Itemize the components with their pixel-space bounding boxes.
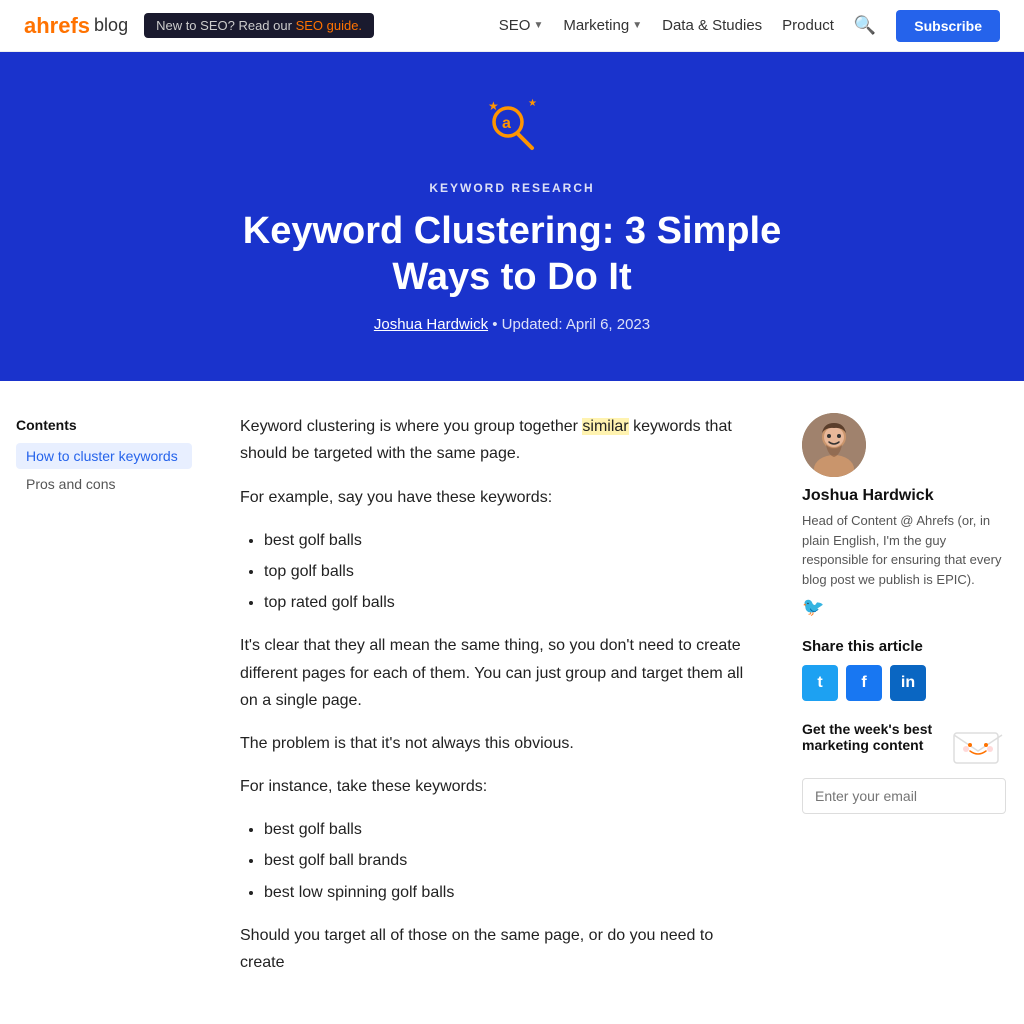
page-body: Contents How to cluster keywords Pros an…	[0, 381, 1024, 1024]
share-facebook-button[interactable]: f	[846, 665, 882, 701]
list-item: top rated golf balls	[264, 589, 762, 616]
article-intro: Keyword clustering is where you group to…	[240, 413, 762, 467]
nav-marketing[interactable]: Marketing ▼	[563, 17, 642, 34]
logo-blog: blog	[94, 15, 128, 36]
seo-guide-link[interactable]: SEO guide.	[296, 18, 363, 33]
nav-seo[interactable]: SEO ▼	[499, 17, 544, 34]
article-example-intro: For example, say you have these keywords…	[240, 484, 762, 511]
article-example-intro2: For instance, take these keywords:	[240, 773, 762, 800]
logo-text: ahrefs	[24, 13, 90, 39]
author-card: Joshua Hardwick Head of Content @ Ahrefs…	[802, 413, 1006, 618]
keywords-list-2: best golf balls best golf ball brands be…	[264, 816, 762, 906]
updated-date: Updated: April 6, 2023	[502, 316, 650, 333]
author-name: Joshua Hardwick	[802, 487, 1006, 505]
author-link[interactable]: Joshua Hardwick	[374, 316, 488, 333]
marketing-dropdown-arrow: ▼	[632, 20, 642, 31]
linkedin-icon: in	[901, 674, 915, 692]
nav-banner: New to SEO? Read our SEO guide.	[144, 13, 374, 38]
svg-text:★: ★	[488, 99, 499, 113]
article-para2: It's clear that they all mean the same t…	[240, 632, 762, 714]
newsletter-email-input[interactable]	[802, 778, 1006, 814]
article-para3: The problem is that it's not always this…	[240, 730, 762, 757]
list-item: best low spinning golf balls	[264, 879, 762, 906]
navbar: ahrefs blog New to SEO? Read our SEO gui…	[0, 0, 1024, 52]
newsletter-title: Get the week's best marketing content	[802, 721, 942, 753]
facebook-icon: f	[861, 674, 866, 692]
author-avatar	[802, 413, 866, 477]
nav-left: ahrefs blog New to SEO? Read our SEO gui…	[24, 13, 374, 39]
sidebar-title: Contents	[16, 417, 192, 433]
list-item: best golf balls	[264, 816, 762, 843]
list-item: best golf balls	[264, 527, 762, 554]
seo-dropdown-arrow: ▼	[533, 20, 543, 31]
hero-category: KEYWORD RESEARCH	[20, 181, 1004, 195]
keywords-list-1: best golf balls top golf balls top rated…	[264, 527, 762, 617]
hero-meta: Joshua Hardwick • Updated: April 6, 2023	[20, 316, 1004, 333]
share-buttons: t f in	[802, 665, 1006, 701]
right-column: Joshua Hardwick Head of Content @ Ahrefs…	[786, 413, 1006, 992]
share-twitter-button[interactable]: t	[802, 665, 838, 701]
nav-data-studies[interactable]: Data & Studies	[662, 17, 762, 34]
list-item: top golf balls	[264, 558, 762, 585]
envelope-decoration	[950, 717, 1006, 778]
newsletter-section: Get the week's best marketing content	[802, 721, 1006, 814]
svg-text:★: ★	[528, 98, 537, 109]
hero-title: Keyword Clustering: 3 Simple Ways to Do …	[212, 209, 812, 300]
article-para4: Should you target all of those on the sa…	[240, 922, 762, 976]
author-twitter-icon[interactable]: 🐦	[802, 597, 824, 617]
hero-section: a ★ ★ KEYWORD RESEARCH Keyword Clusterin…	[0, 52, 1024, 381]
sidebar-item-pros-cons[interactable]: Pros and cons	[16, 471, 192, 497]
logo[interactable]: ahrefs blog	[24, 13, 128, 39]
list-item: best golf ball brands	[264, 847, 762, 874]
twitter-icon: t	[817, 674, 822, 692]
subscribe-button[interactable]: Subscribe	[896, 10, 1000, 42]
nav-right: SEO ▼ Marketing ▼ Data & Studies Product…	[499, 10, 1000, 42]
author-bio: Head of Content @ Ahrefs (or, in plain E…	[802, 511, 1006, 589]
sidebar: Contents How to cluster keywords Pros an…	[16, 413, 216, 992]
article-content: Keyword clustering is where you group to…	[216, 413, 786, 992]
share-title: Share this article	[802, 638, 1006, 655]
sidebar-item-how-to-cluster[interactable]: How to cluster keywords	[16, 443, 192, 469]
nav-product[interactable]: Product	[782, 17, 834, 34]
hero-icon: a ★ ★	[20, 92, 1004, 169]
svg-text:a: a	[502, 115, 511, 132]
share-linkedin-button[interactable]: in	[890, 665, 926, 701]
highlight-similar: similar	[582, 418, 628, 435]
search-icon[interactable]: 🔍	[854, 15, 876, 36]
